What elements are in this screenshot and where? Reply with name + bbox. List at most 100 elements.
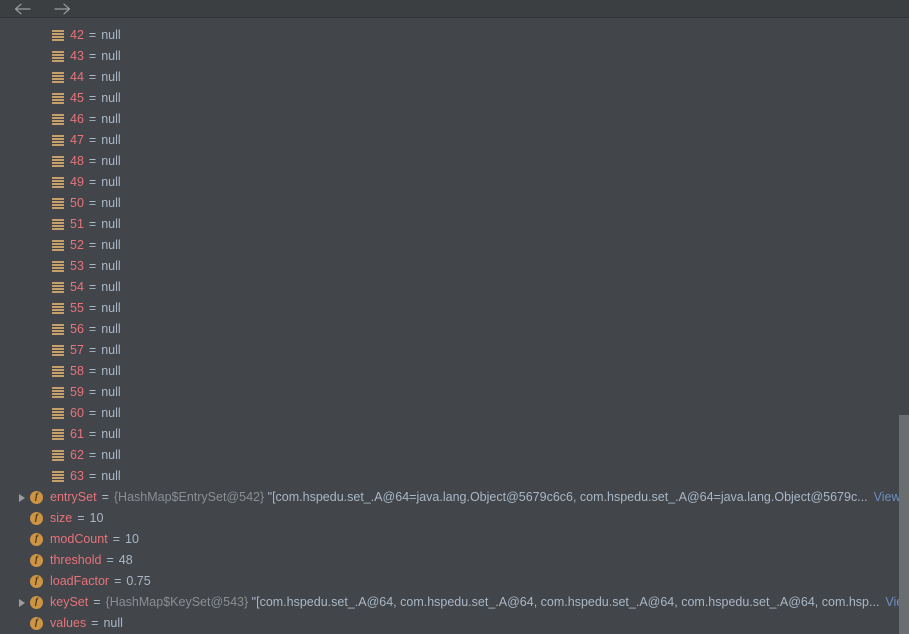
field-value-literal: 10 [125, 532, 139, 546]
array-index-label: 63 [70, 469, 84, 483]
equals-sign: = [114, 574, 122, 588]
array-element-value: null [101, 154, 121, 168]
field-name-label: modCount [50, 532, 108, 546]
array-element-row[interactable]: 55 = null [0, 298, 909, 319]
array-element-icon [52, 114, 64, 125]
equals-sign: = [88, 448, 97, 462]
array-element-value: null [101, 175, 121, 189]
array-index-label: 49 [70, 175, 84, 189]
array-index-label: 51 [70, 217, 84, 231]
equals-sign: = [112, 532, 120, 546]
array-element-row[interactable]: 44 = null [0, 67, 909, 88]
array-element-row[interactable]: 50 = null [0, 193, 909, 214]
arrow-right-icon[interactable] [48, 0, 76, 17]
arrow-left-icon[interactable] [8, 0, 36, 17]
expand-triangle-icon[interactable] [14, 592, 30, 613]
equals-sign: = [88, 112, 97, 126]
vertical-scrollbar-track[interactable] [899, 19, 909, 634]
field-icon: f [30, 596, 43, 609]
array-element-value: null [101, 91, 121, 105]
array-index-label: 46 [70, 112, 84, 126]
variables-tree[interactable]: 42 = null 43 = null 44 = null 45 = null 46 = null 47 = nu… [0, 19, 909, 634]
array-element-row[interactable]: 62 = null [0, 445, 909, 466]
field-type-label: {HashMap$KeySet@543} [105, 595, 252, 609]
array-element-value: null [101, 196, 121, 210]
equals-sign: = [88, 70, 97, 84]
equals-sign: = [88, 175, 97, 189]
array-element-row[interactable]: 61 = null [0, 424, 909, 445]
array-index-label: 43 [70, 49, 84, 63]
array-element-row[interactable]: 63 = null [0, 466, 909, 487]
array-index-label: 44 [70, 70, 84, 84]
array-element-row[interactable]: 48 = null [0, 151, 909, 172]
array-index-label: 60 [70, 406, 84, 420]
field-row[interactable]: f values = null [0, 613, 909, 634]
array-element-row[interactable]: 43 = null [0, 46, 909, 67]
array-index-label: 59 [70, 385, 84, 399]
equals-sign: = [88, 49, 97, 63]
vertical-scrollbar-thumb[interactable] [899, 415, 909, 634]
field-value-literal: 0.75 [126, 574, 151, 588]
field-icon: f [30, 617, 43, 630]
array-element-row[interactable]: 49 = null [0, 172, 909, 193]
array-element-icon [52, 30, 64, 41]
array-element-row[interactable]: 57 = null [0, 340, 909, 361]
array-index-label: 54 [70, 280, 84, 294]
field-value: {HashMap$EntrySet@542} "[com.hspedu.set_… [114, 487, 909, 508]
equals-sign: = [88, 469, 97, 483]
array-element-row[interactable]: 52 = null [0, 235, 909, 256]
field-row[interactable]: f modCount = 10 [0, 529, 909, 550]
array-element-value: null [101, 385, 121, 399]
field-name-label: entrySet [50, 490, 97, 504]
field-row[interactable]: f keySet = {HashMap$KeySet@543} "[com.hsped… [0, 592, 909, 613]
array-element-row[interactable]: 51 = null [0, 214, 909, 235]
array-element-value: null [101, 322, 121, 336]
field-row[interactable]: f loadFactor = 0.75 [0, 571, 909, 592]
array-element-value: null [101, 49, 121, 63]
equals-sign: = [88, 406, 97, 420]
array-index-label: 48 [70, 154, 84, 168]
field-value-string: "[com.hspedu.set_.A@64, com.hspedu.set_.… [251, 595, 880, 609]
array-element-row[interactable]: 60 = null [0, 403, 909, 424]
array-element-value: null [101, 406, 121, 420]
array-element-icon [52, 450, 64, 461]
array-element-row[interactable]: 58 = null [0, 361, 909, 382]
array-element-icon [52, 387, 64, 398]
field-row[interactable]: f threshold = 48 [0, 550, 909, 571]
field-row[interactable]: f entrySet = {HashMap$EntrySet@542} "[com.h… [0, 487, 909, 508]
view-link[interactable]: View [874, 490, 901, 504]
array-element-row[interactable]: 46 = null [0, 109, 909, 130]
array-element-icon [52, 93, 64, 104]
array-element-value: null [101, 133, 121, 147]
equals-sign: = [91, 616, 99, 630]
array-element-value: null [101, 238, 121, 252]
array-element-row[interactable]: 56 = null [0, 319, 909, 340]
array-element-row[interactable]: 45 = null [0, 88, 909, 109]
array-element-icon [52, 198, 64, 209]
array-element-row[interactable]: 59 = null [0, 382, 909, 403]
array-index-label: 52 [70, 238, 84, 252]
array-element-row[interactable]: 47 = null [0, 130, 909, 151]
array-element-icon [52, 219, 64, 230]
field-value: null [103, 613, 909, 634]
debugger-variables-panel: 42 = null 43 = null 44 = null 45 = null 46 = null 47 = nu… [0, 0, 909, 634]
array-element-icon [52, 303, 64, 314]
expand-triangle-icon[interactable] [14, 487, 30, 508]
field-value-string: "[com.hspedu.set_.A@64=java.lang.Object@… [267, 490, 868, 504]
array-index-label: 62 [70, 448, 84, 462]
field-value: 10 [90, 508, 909, 529]
field-value: 10 [125, 529, 909, 550]
field-icon: f [30, 491, 43, 504]
equals-sign: = [88, 427, 97, 441]
array-index-label: 53 [70, 259, 84, 273]
array-element-value: null [101, 259, 121, 273]
array-element-value: null [101, 448, 121, 462]
field-value: {HashMap$KeySet@543} "[com.hspedu.set_.A… [106, 592, 909, 613]
array-element-row[interactable]: 42 = null [0, 25, 909, 46]
equals-sign: = [88, 217, 97, 231]
array-element-row[interactable]: 54 = null [0, 277, 909, 298]
array-element-row[interactable]: 53 = null [0, 256, 909, 277]
field-row[interactable]: f size = 10 [0, 508, 909, 529]
field-icon: f [30, 533, 43, 546]
equals-sign: = [88, 154, 97, 168]
